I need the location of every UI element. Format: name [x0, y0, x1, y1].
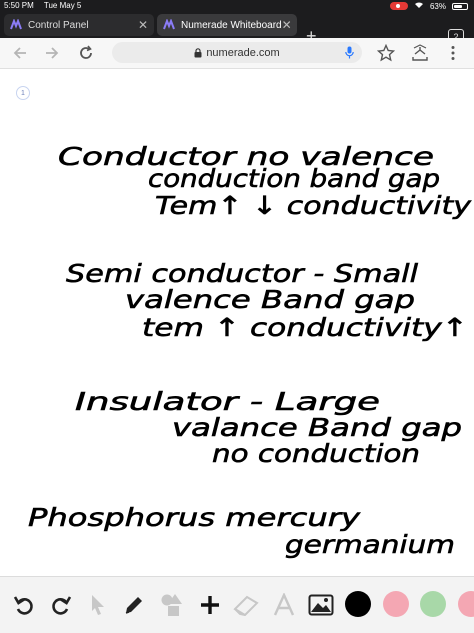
color-swatch-pink[interactable] — [383, 591, 409, 617]
add-icon[interactable] — [196, 591, 224, 619]
note-line: Tem↑ ↓ conductivity — [155, 191, 472, 220]
battery-percent: 63% — [429, 1, 446, 11]
status-date: Tue May 5 — [43, 1, 82, 10]
note-line: Insulator - Large — [75, 387, 380, 416]
note-line: valence Band gap — [125, 285, 415, 314]
note-line: Phosphorus mercury — [28, 503, 362, 532]
tab-label: Numerade Whiteboard — [181, 19, 282, 31]
shapes-icon[interactable] — [158, 591, 186, 619]
battery-icon — [452, 2, 468, 10]
url-text: numerade.com — [206, 46, 280, 59]
star-icon[interactable] — [376, 43, 396, 63]
forward-arrow-icon[interactable] — [42, 43, 62, 63]
color-swatch-black[interactable] — [345, 591, 371, 617]
color-swatch-pink-2[interactable] — [458, 591, 474, 617]
text-icon[interactable] — [270, 591, 298, 619]
redo-icon[interactable] — [47, 591, 75, 619]
screen-record-icon — [389, 2, 408, 10]
tab-numerade-whiteboard[interactable]: Numerade Whiteboard ✕ — [157, 14, 297, 36]
note-line: conduction band gap — [148, 164, 440, 193]
note-line: no conduction — [212, 439, 420, 468]
wifi-icon — [414, 1, 424, 11]
undo-icon[interactable] — [10, 591, 38, 619]
microphone-icon[interactable] — [345, 46, 354, 62]
tab-label: Control Panel — [28, 19, 89, 31]
pen-icon[interactable] — [120, 591, 148, 619]
lock-icon — [194, 47, 202, 58]
color-swatch-green[interactable] — [420, 591, 446, 617]
back-arrow-icon[interactable] — [10, 43, 30, 63]
numerade-favicon-icon — [163, 19, 175, 31]
more-menu-icon[interactable] — [443, 43, 463, 63]
whiteboard-toolbar — [0, 576, 474, 633]
note-line: tem ↑ conductivity↑ — [142, 313, 468, 342]
share-icon[interactable] — [410, 43, 430, 63]
whiteboard-canvas[interactable]: Conductor no valence conduction band gap… — [0, 68, 474, 576]
url-field[interactable]: numerade.com — [112, 42, 362, 63]
eraser-icon[interactable] — [232, 591, 260, 619]
note-line: Semi conductor - Small — [66, 259, 418, 288]
numerade-favicon-icon — [10, 19, 22, 31]
address-bar: numerade.com — [0, 38, 474, 69]
image-icon[interactable] — [307, 591, 335, 619]
reload-icon[interactable] — [76, 43, 96, 63]
note-line: valance Band gap — [172, 413, 462, 442]
tab-strip: Control Panel ✕ Numerade Whiteboard ✕ + … — [0, 12, 474, 46]
close-icon[interactable]: ✕ — [282, 18, 292, 32]
pointer-icon[interactable] — [84, 591, 112, 619]
tab-control-panel[interactable]: Control Panel ✕ — [4, 14, 154, 36]
note-line: germanium — [285, 530, 455, 559]
status-time: 5:50 PM — [4, 1, 34, 10]
status-bar: 5:50 PM Tue May 5 63% — [0, 0, 474, 12]
close-icon[interactable]: ✕ — [138, 18, 148, 32]
